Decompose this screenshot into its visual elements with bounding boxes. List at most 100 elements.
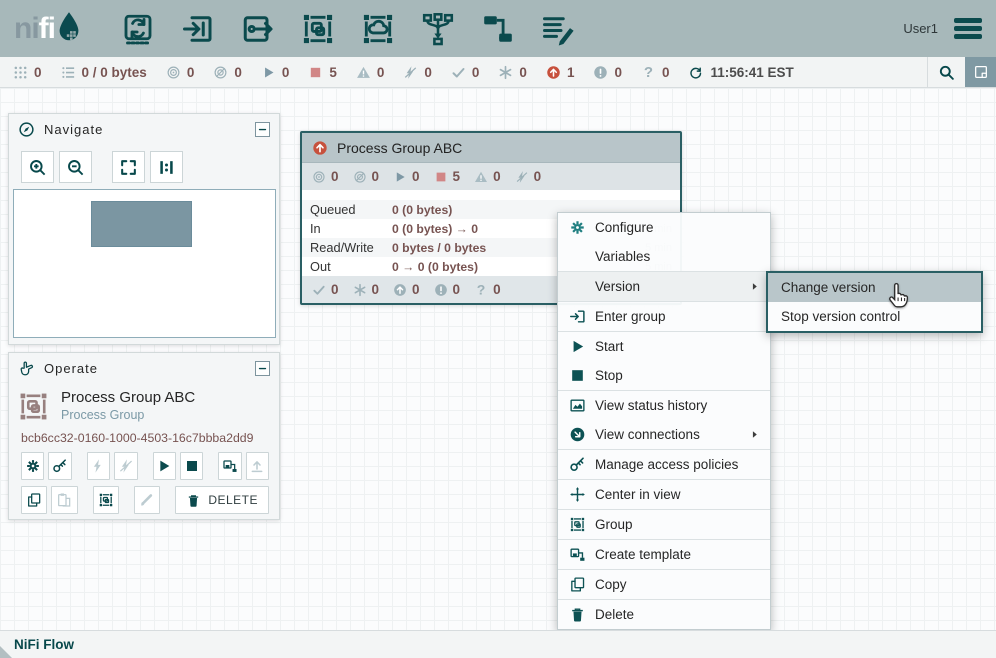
- toolbar-process-group[interactable]: [299, 10, 337, 48]
- menu-item-view-status-history[interactable]: View status history: [558, 391, 770, 420]
- operate-delete-button[interactable]: DELETE: [175, 486, 269, 514]
- flow-canvas[interactable]: Process Group ABC 000500 Queued0 (0 byte…: [0, 88, 996, 630]
- submenu-item-stop-version-control[interactable]: Stop version control: [768, 302, 981, 331]
- current-user-label: User1: [903, 21, 938, 36]
- menu-item-label: View connections: [595, 427, 700, 442]
- operate-configure-button[interactable]: [21, 452, 44, 480]
- paste-icon: [56, 492, 72, 508]
- status-running-count: 0: [282, 65, 290, 80]
- funnel-icon: [420, 11, 456, 47]
- menu-item-label: Variables: [595, 249, 650, 264]
- status-locally-modified-stale: 0: [593, 65, 622, 80]
- app-header: nifi User1: [0, 0, 996, 57]
- group-icon: [98, 492, 114, 508]
- toolbar-output-port[interactable]: [239, 10, 277, 48]
- caret-right-icon: [749, 429, 760, 440]
- caret-right-icon: [749, 281, 760, 292]
- menu-item-copy[interactable]: Copy: [558, 570, 770, 599]
- minimap-component-rect[interactable]: [91, 201, 192, 247]
- pg-stat-running-count: 0: [412, 169, 420, 184]
- operate-start-button[interactable]: [153, 452, 176, 480]
- process-group-header: Process Group ABC: [302, 133, 680, 163]
- pg-stat-stopped: 5: [434, 169, 461, 184]
- toolbar-processor[interactable]: [119, 10, 157, 48]
- menu-item-version[interactable]: Version: [558, 272, 770, 301]
- connections-icon: [569, 426, 586, 443]
- toolbar-remote-process-group[interactable]: [359, 10, 397, 48]
- menu-item-variables[interactable]: Variables: [558, 242, 770, 271]
- operate-copy-button[interactable]: [21, 486, 47, 514]
- process-group-icon: [300, 11, 336, 47]
- zoom-controls: [9, 144, 279, 183]
- toolbar-input-port[interactable]: [179, 10, 217, 48]
- birdseye-minimap[interactable]: [13, 189, 276, 338]
- metric-label: Out: [310, 259, 392, 274]
- list-icon: [61, 65, 76, 80]
- status-invalid-count: 0: [377, 65, 385, 80]
- label-icon: [540, 11, 576, 47]
- status-sync-failure: ?0: [641, 65, 670, 80]
- operate-save-template-button[interactable]: [218, 452, 241, 480]
- menu-item-create-template[interactable]: Create template: [558, 540, 770, 569]
- menu-item-stop[interactable]: Stop: [558, 361, 770, 390]
- menu-item-enter-group[interactable]: Enter group: [558, 302, 770, 331]
- submenu-item-change-version[interactable]: Change version: [768, 273, 981, 302]
- refresh-control[interactable]: 11:56:41 EST: [688, 65, 793, 80]
- nifi-logo: nifi: [14, 11, 81, 47]
- operate-enable-button: [87, 452, 110, 480]
- circle-slash-icon: [213, 65, 228, 80]
- breadcrumb-root[interactable]: NiFi Flow: [14, 637, 74, 652]
- toolbar-template[interactable]: [479, 10, 517, 48]
- search-button[interactable]: [927, 57, 965, 87]
- operate-access-policies-button[interactable]: [48, 452, 71, 480]
- menu-item-start[interactable]: Start: [558, 332, 770, 361]
- operate-upload-template-button: [246, 452, 269, 480]
- operate-paste-button: [51, 486, 77, 514]
- save-flow-icon: [569, 546, 586, 563]
- gear-icon: [569, 219, 586, 236]
- menu-item-delete[interactable]: Delete: [558, 600, 770, 629]
- refresh-icon: [688, 65, 703, 80]
- status-up-to-date: 0: [451, 65, 480, 80]
- status-locally-modified-stale-count: 0: [614, 65, 622, 80]
- operate-collapse-button[interactable]: [255, 361, 270, 376]
- operate-title: Operate: [44, 361, 98, 376]
- delete-button-label: DELETE: [208, 493, 258, 507]
- operate-stop-button[interactable]: [180, 452, 203, 480]
- menu-item-label: Configure: [595, 220, 654, 235]
- menu-item-label: Delete: [595, 607, 634, 622]
- menu-item-manage-access-policies[interactable]: Manage access policies: [558, 450, 770, 479]
- stop-icon: [434, 170, 448, 184]
- pg-stat-locally-modified-stale-count: 0: [453, 282, 461, 297]
- fit-icon: [119, 158, 138, 177]
- key-icon: [569, 456, 586, 473]
- operate-palette: Operate Process Group ABC Process Group …: [8, 352, 280, 520]
- pg-stat-invalid-count: 0: [493, 169, 501, 184]
- menu-item-configure[interactable]: Configure: [558, 213, 770, 242]
- bulletin-board-button[interactable]: [965, 57, 996, 87]
- trash-icon: [569, 606, 586, 623]
- operate-hand-icon: [18, 360, 35, 377]
- navigate-collapse-button[interactable]: [255, 122, 270, 137]
- minus-icon: [257, 363, 268, 374]
- pg-stat-disabled: 0: [515, 169, 542, 184]
- toolbar-funnel[interactable]: [419, 10, 457, 48]
- pg-stat-stale: 0: [393, 282, 420, 297]
- operate-group-button[interactable]: [93, 486, 119, 514]
- menu-item-group[interactable]: Group: [558, 510, 770, 539]
- zoom-fit-button[interactable]: [112, 151, 145, 183]
- toolbar-label[interactable]: [539, 10, 577, 48]
- zoom-in-button[interactable]: [21, 151, 54, 183]
- zoom-actual-size-button[interactable]: [150, 151, 183, 183]
- minus-icon: [257, 124, 268, 135]
- menu-item-view-connections[interactable]: View connections: [558, 420, 770, 449]
- menu-item-center-in-view[interactable]: Center in view: [558, 480, 770, 509]
- key-icon: [52, 458, 68, 474]
- operate-header: Operate: [9, 353, 279, 383]
- status-not-transmitting: 0: [213, 65, 242, 80]
- global-menu-button[interactable]: [954, 18, 982, 39]
- circle-slash-icon: [353, 170, 367, 184]
- menu-item-label: Stop: [595, 368, 623, 383]
- play-icon: [569, 338, 586, 355]
- zoom-out-button[interactable]: [59, 151, 92, 183]
